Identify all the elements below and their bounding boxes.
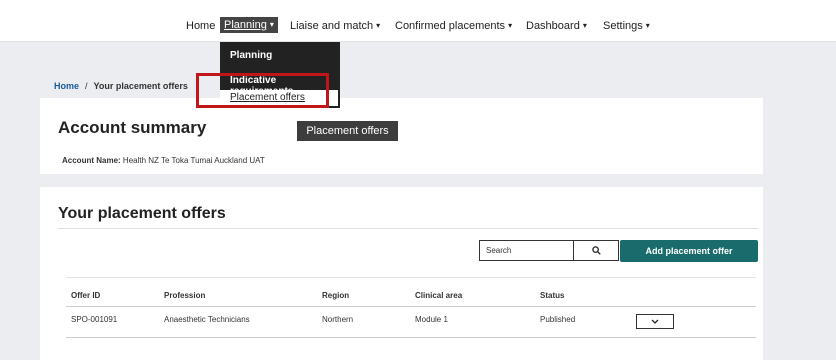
breadcrumb: Home / Your placement offers xyxy=(54,81,188,91)
chevron-down-icon: ▾ xyxy=(269,20,274,29)
chevron-down-icon: ▾ xyxy=(645,21,650,30)
chevron-down-icon: ▾ xyxy=(582,21,587,30)
nav-confirmed[interactable]: Confirmed placements ▾ xyxy=(395,20,512,32)
nav-liaise-label: Liaise and match xyxy=(290,20,374,32)
annotation-highlight-box xyxy=(196,73,329,108)
column-status[interactable]: Status xyxy=(540,291,564,300)
search-button[interactable] xyxy=(575,241,618,260)
account-name: Account Name: Health NZ Te Toka Tumai Au… xyxy=(62,156,265,165)
search-icon xyxy=(592,246,601,255)
add-placement-offer-button[interactable]: Add placement offer xyxy=(620,240,758,262)
column-profession[interactable]: Profession xyxy=(164,291,205,300)
table-row[interactable]: SPO-001091 Anaesthetic Technicians North… xyxy=(66,307,756,338)
account-name-label: Account Name: xyxy=(62,156,121,165)
top-nav: Home Planning ▾ Liaise and match ▾ Confirm… xyxy=(0,0,836,42)
placement-offers-card: Your placement offers Add placement offe… xyxy=(40,187,763,360)
column-region[interactable]: Region xyxy=(322,291,349,300)
nav-liaise[interactable]: Liaise and match ▾ xyxy=(290,20,380,32)
cell-profession: Anaesthetic Technicians xyxy=(164,315,250,324)
table-header: Offer ID Profession Region Clinical area… xyxy=(66,277,756,307)
nav-dashboard[interactable]: Dashboard ▾ xyxy=(526,20,587,32)
nav-home[interactable]: Home xyxy=(186,20,215,32)
nav-settings[interactable]: Settings ▾ xyxy=(603,20,650,32)
cell-region: Northern xyxy=(322,315,354,324)
chevron-down-icon xyxy=(651,319,659,324)
account-name-value: Health NZ Te Toka Tumai Auckland UAT xyxy=(122,156,265,165)
nav-planning-label: Planning xyxy=(224,19,267,31)
search-input[interactable] xyxy=(480,241,574,260)
title-divider xyxy=(58,228,758,229)
account-summary-card: Account summary Account Name: Health NZ … xyxy=(40,98,763,174)
cell-status: Published xyxy=(540,315,576,324)
cell-clinical-area: Module 1 xyxy=(415,315,448,324)
row-expand-button[interactable] xyxy=(636,314,674,329)
nav-planning[interactable]: Planning ▾ xyxy=(220,17,278,33)
tooltip: Placement offers xyxy=(297,121,398,141)
chevron-down-icon: ▾ xyxy=(508,21,513,30)
cell-offer-id: SPO-001091 xyxy=(71,315,118,324)
nav-settings-label: Settings xyxy=(603,20,643,32)
column-clinical-area[interactable]: Clinical area xyxy=(415,291,462,300)
breadcrumb-separator: / xyxy=(85,81,88,91)
dropdown-header-planning[interactable]: Planning xyxy=(230,50,272,61)
placement-offers-title: Your placement offers xyxy=(58,205,226,222)
account-summary-title: Account summary xyxy=(58,118,207,137)
breadcrumb-current: Your placement offers xyxy=(93,81,188,91)
search-box xyxy=(479,240,619,261)
nav-dashboard-label: Dashboard xyxy=(526,20,580,32)
nav-confirmed-label: Confirmed placements xyxy=(395,20,506,32)
chevron-down-icon: ▾ xyxy=(376,21,381,30)
breadcrumb-home[interactable]: Home xyxy=(54,81,79,91)
column-offer-id[interactable]: Offer ID xyxy=(71,291,100,300)
